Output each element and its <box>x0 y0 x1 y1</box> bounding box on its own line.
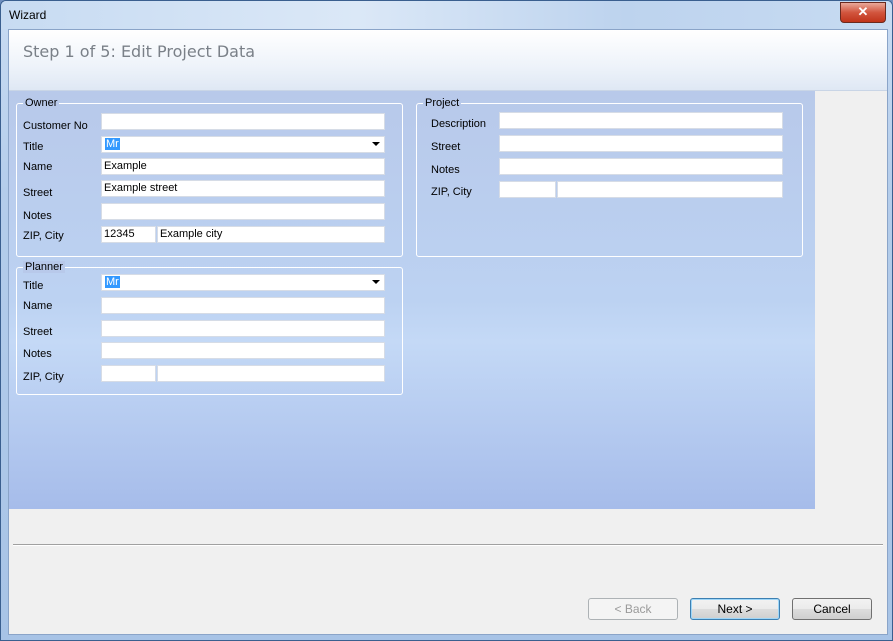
footer-divider <box>13 544 883 546</box>
planner-title-label: Title <box>23 280 44 292</box>
customer-no-label: Customer No <box>23 120 88 132</box>
back-button[interactable]: < Back <box>588 598 678 620</box>
window-title: Wizard <box>9 8 47 22</box>
planner-name-input[interactable] <box>101 297 385 314</box>
chevron-down-icon[interactable] <box>372 280 380 284</box>
planner-notes-input[interactable] <box>101 342 385 359</box>
project-street-label: Street <box>431 141 461 153</box>
wizard-window: Wizard ✕ Step 1 of 5: Edit Project Data … <box>0 0 893 641</box>
owner-street-label: Street <box>23 187 53 199</box>
owner-title-value: Mr <box>105 138 120 150</box>
cancel-button[interactable]: Cancel <box>792 598 872 620</box>
planner-title-select[interactable]: Mr <box>101 274 385 291</box>
owner-zip-city-label: ZIP, City <box>23 230 64 242</box>
project-description-label: Description <box>431 118 487 130</box>
project-description-input[interactable] <box>499 112 783 129</box>
planner-zip-city-label: ZIP, City <box>23 371 64 383</box>
owner-zip-input[interactable]: 12345 <box>101 226 156 243</box>
project-notes-label: Notes <box>431 164 460 176</box>
form-panel: Owner Customer No Title Mr Name Example … <box>9 91 815 509</box>
owner-group-label: Owner <box>23 97 60 109</box>
planner-street-input[interactable] <box>101 320 385 337</box>
owner-name-label: Name <box>23 161 53 173</box>
next-button[interactable]: Next > <box>690 598 780 620</box>
owner-street-input[interactable]: Example street <box>101 180 385 197</box>
owner-notes-label: Notes <box>23 210 52 222</box>
project-city-input[interactable] <box>557 181 783 198</box>
owner-city-input[interactable]: Example city <box>157 226 385 243</box>
planner-city-input[interactable] <box>157 365 385 382</box>
owner-name-input[interactable]: Example <box>101 158 385 175</box>
owner-title-label: Title <box>23 141 44 153</box>
project-notes-input[interactable] <box>499 158 783 175</box>
planner-notes-label: Notes <box>23 348 52 360</box>
planner-street-label: Street <box>23 326 53 338</box>
customer-no-input[interactable] <box>101 113 385 130</box>
owner-notes-input[interactable] <box>101 203 385 220</box>
title-bar: Wizard ✕ <box>1 1 892 29</box>
wizard-header: Step 1 of 5: Edit Project Data <box>9 30 887 91</box>
owner-title-select[interactable]: Mr <box>101 136 385 153</box>
planner-name-label: Name <box>23 300 53 312</box>
planner-group-label: Planner <box>23 261 65 273</box>
page-title: Step 1 of 5: Edit Project Data <box>23 42 256 61</box>
close-icon[interactable]: ✕ <box>840 2 886 23</box>
chevron-down-icon[interactable] <box>372 142 380 146</box>
project-zip-city-label: ZIP, City <box>431 186 472 198</box>
planner-title-value: Mr <box>105 276 120 288</box>
project-street-input[interactable] <box>499 135 783 152</box>
project-group-label: Project <box>423 97 462 109</box>
planner-zip-input[interactable] <box>101 365 156 382</box>
project-zip-input[interactable] <box>499 181 556 198</box>
client-area: Step 1 of 5: Edit Project Data Owner Cus… <box>8 29 888 635</box>
